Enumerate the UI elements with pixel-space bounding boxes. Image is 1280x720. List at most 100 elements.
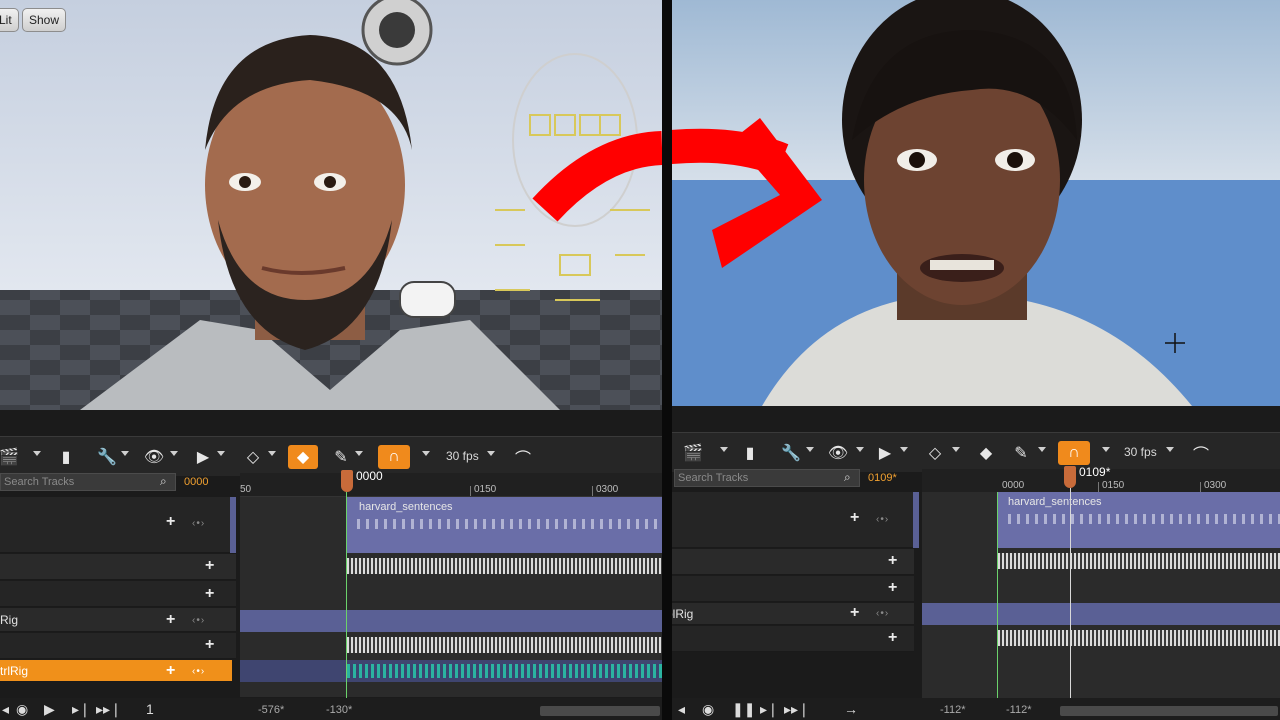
- step-forward-icon[interactable]: ▸❘: [760, 701, 779, 718]
- go-to-end-icon[interactable]: ▸▸❘: [784, 701, 810, 718]
- frame-counter[interactable]: 0000: [184, 476, 208, 488]
- horizontal-scrollbar[interactable]: [540, 706, 660, 716]
- lit-button[interactable]: Lit: [0, 8, 19, 32]
- curve-icon[interactable]: ⌒: [1188, 441, 1214, 465]
- go-to-start-icon[interactable]: ◂: [2, 701, 9, 718]
- chevron-down-icon[interactable]: [121, 451, 129, 456]
- clapperboard-icon[interactable]: 🎬: [682, 441, 704, 465]
- range-end[interactable]: -130*: [326, 704, 352, 716]
- chevron-down-icon[interactable]: [720, 447, 728, 452]
- key-icon[interactable]: ◇: [924, 441, 946, 465]
- chevron-down-icon[interactable]: [856, 447, 864, 452]
- chevron-down-icon[interactable]: [268, 451, 276, 456]
- eye-icon[interactable]: 👁: [142, 445, 166, 469]
- horizontal-scrollbar[interactable]: [1060, 706, 1278, 716]
- fps-selector[interactable]: 30 fps: [1124, 445, 1157, 459]
- track-row[interactable]: [672, 576, 914, 602]
- add-icon[interactable]: +: [205, 637, 214, 653]
- curve-icon[interactable]: ⌒: [510, 445, 536, 469]
- control-rig-section[interactable]: [240, 610, 662, 632]
- chevron-down-icon[interactable]: [1102, 447, 1110, 452]
- clapperboard-icon[interactable]: 🎬: [0, 445, 20, 469]
- search-icon: ⌕: [160, 474, 167, 488]
- chevron-down-icon[interactable]: [33, 451, 41, 456]
- playhead-handle[interactable]: [341, 470, 353, 492]
- playhead-handle[interactable]: [1064, 466, 1076, 488]
- track-row[interactable]: [0, 633, 236, 659]
- left-viewport[interactable]: Lit Show: [0, 0, 662, 410]
- key-navigation-icon[interactable]: ‹•›: [876, 514, 889, 525]
- go-to-start-icon[interactable]: ◂: [678, 701, 685, 718]
- add-icon[interactable]: +: [888, 630, 897, 646]
- range-start[interactable]: -112*: [940, 704, 965, 716]
- control-rig-section[interactable]: [922, 603, 1280, 625]
- track-row[interactable]: [672, 626, 914, 652]
- track-row[interactable]: [672, 549, 914, 575]
- track-row[interactable]: [0, 581, 236, 607]
- chevron-down-icon[interactable]: [900, 447, 908, 452]
- track-row[interactable]: [0, 554, 236, 580]
- key-navigation-icon[interactable]: ‹•›: [192, 615, 205, 626]
- record-icon[interactable]: ◉: [16, 701, 28, 718]
- audio-section[interactable]: harvard_sentences: [347, 497, 662, 553]
- chevron-down-icon[interactable]: [1038, 447, 1046, 452]
- pause-icon[interactable]: ❚❚: [732, 701, 755, 718]
- add-icon[interactable]: +: [205, 586, 214, 602]
- record-icon[interactable]: ◉: [702, 701, 714, 718]
- right-sequencer-pane: 🎬 ▮ 🔧 👁 ▶ ◇ ◆ ✎ ∩ 30 fps ⌒ Search Tracks…: [672, 0, 1280, 720]
- fps-selector[interactable]: 30 fps: [446, 449, 479, 463]
- camera-icon[interactable]: ▮: [54, 445, 78, 469]
- chevron-down-icon[interactable]: [355, 451, 363, 456]
- timeline-ruler[interactable]: 50 0150 0300: [240, 473, 662, 497]
- add-icon[interactable]: +: [888, 553, 897, 569]
- search-tracks-input[interactable]: Search Tracks: [674, 469, 860, 487]
- keyframes-track: [347, 664, 662, 678]
- key-navigation-icon[interactable]: ‹•›: [876, 608, 889, 619]
- chevron-down-icon[interactable]: [422, 451, 430, 456]
- magnet-icon[interactable]: ∩: [378, 445, 410, 469]
- waveform-track: [347, 637, 662, 653]
- loop-count[interactable]: 1: [146, 701, 154, 717]
- key-navigation-icon[interactable]: ‹•›: [192, 666, 205, 677]
- camera-icon[interactable]: ▮: [738, 441, 762, 465]
- add-icon[interactable]: +: [850, 510, 859, 526]
- playhead-line: [1070, 488, 1071, 698]
- step-forward-icon[interactable]: ▸❘: [72, 701, 91, 718]
- range-end[interactable]: -112*: [1006, 704, 1031, 716]
- add-icon[interactable]: +: [166, 663, 175, 679]
- frame-counter[interactable]: 0109*: [868, 472, 897, 484]
- wrench-icon[interactable]: 🔧: [96, 445, 118, 469]
- playhead-time: 0109*: [1079, 465, 1111, 479]
- add-icon[interactable]: +: [166, 514, 175, 530]
- audio-section[interactable]: harvard_sentences: [998, 492, 1280, 548]
- go-to-end-icon[interactable]: ▸▸❘: [96, 701, 122, 718]
- auto-key-button[interactable]: ◆: [974, 441, 998, 465]
- play-icon[interactable]: ▶: [194, 445, 212, 469]
- sequencer-toolbar: 🎬 ▮ 🔧 👁 ▶ ◇ ◆ ✎ ∩ 30 fps ⌒: [0, 436, 662, 476]
- chevron-down-icon[interactable]: [217, 451, 225, 456]
- add-icon[interactable]: +: [850, 605, 859, 621]
- pencil-icon[interactable]: ✎: [332, 445, 350, 469]
- loop-icon[interactable]: →: [844, 701, 858, 717]
- range-start[interactable]: -576*: [258, 704, 284, 716]
- show-button[interactable]: Show: [22, 8, 67, 32]
- chevron-down-icon[interactable]: [806, 447, 814, 452]
- add-icon[interactable]: +: [205, 558, 214, 574]
- chevron-down-icon[interactable]: [952, 447, 960, 452]
- add-icon[interactable]: +: [888, 580, 897, 596]
- play-icon[interactable]: ▶: [876, 441, 894, 465]
- magnet-icon[interactable]: ∩: [1058, 441, 1090, 465]
- right-viewport[interactable]: [672, 0, 1280, 406]
- search-tracks-input[interactable]: Search Tracks: [0, 473, 176, 491]
- chevron-down-icon[interactable]: [487, 451, 495, 456]
- chevron-down-icon[interactable]: [170, 451, 178, 456]
- play-icon[interactable]: ▶: [44, 701, 55, 718]
- pencil-icon[interactable]: ✎: [1012, 441, 1030, 465]
- eye-icon[interactable]: 👁: [826, 441, 850, 465]
- key-navigation-icon[interactable]: ‹•›: [192, 518, 205, 529]
- auto-key-button[interactable]: ◆: [288, 445, 318, 469]
- wrench-icon[interactable]: 🔧: [780, 441, 802, 465]
- key-icon[interactable]: ◇: [242, 445, 264, 469]
- add-icon[interactable]: +: [166, 612, 175, 628]
- chevron-down-icon[interactable]: [1166, 447, 1174, 452]
